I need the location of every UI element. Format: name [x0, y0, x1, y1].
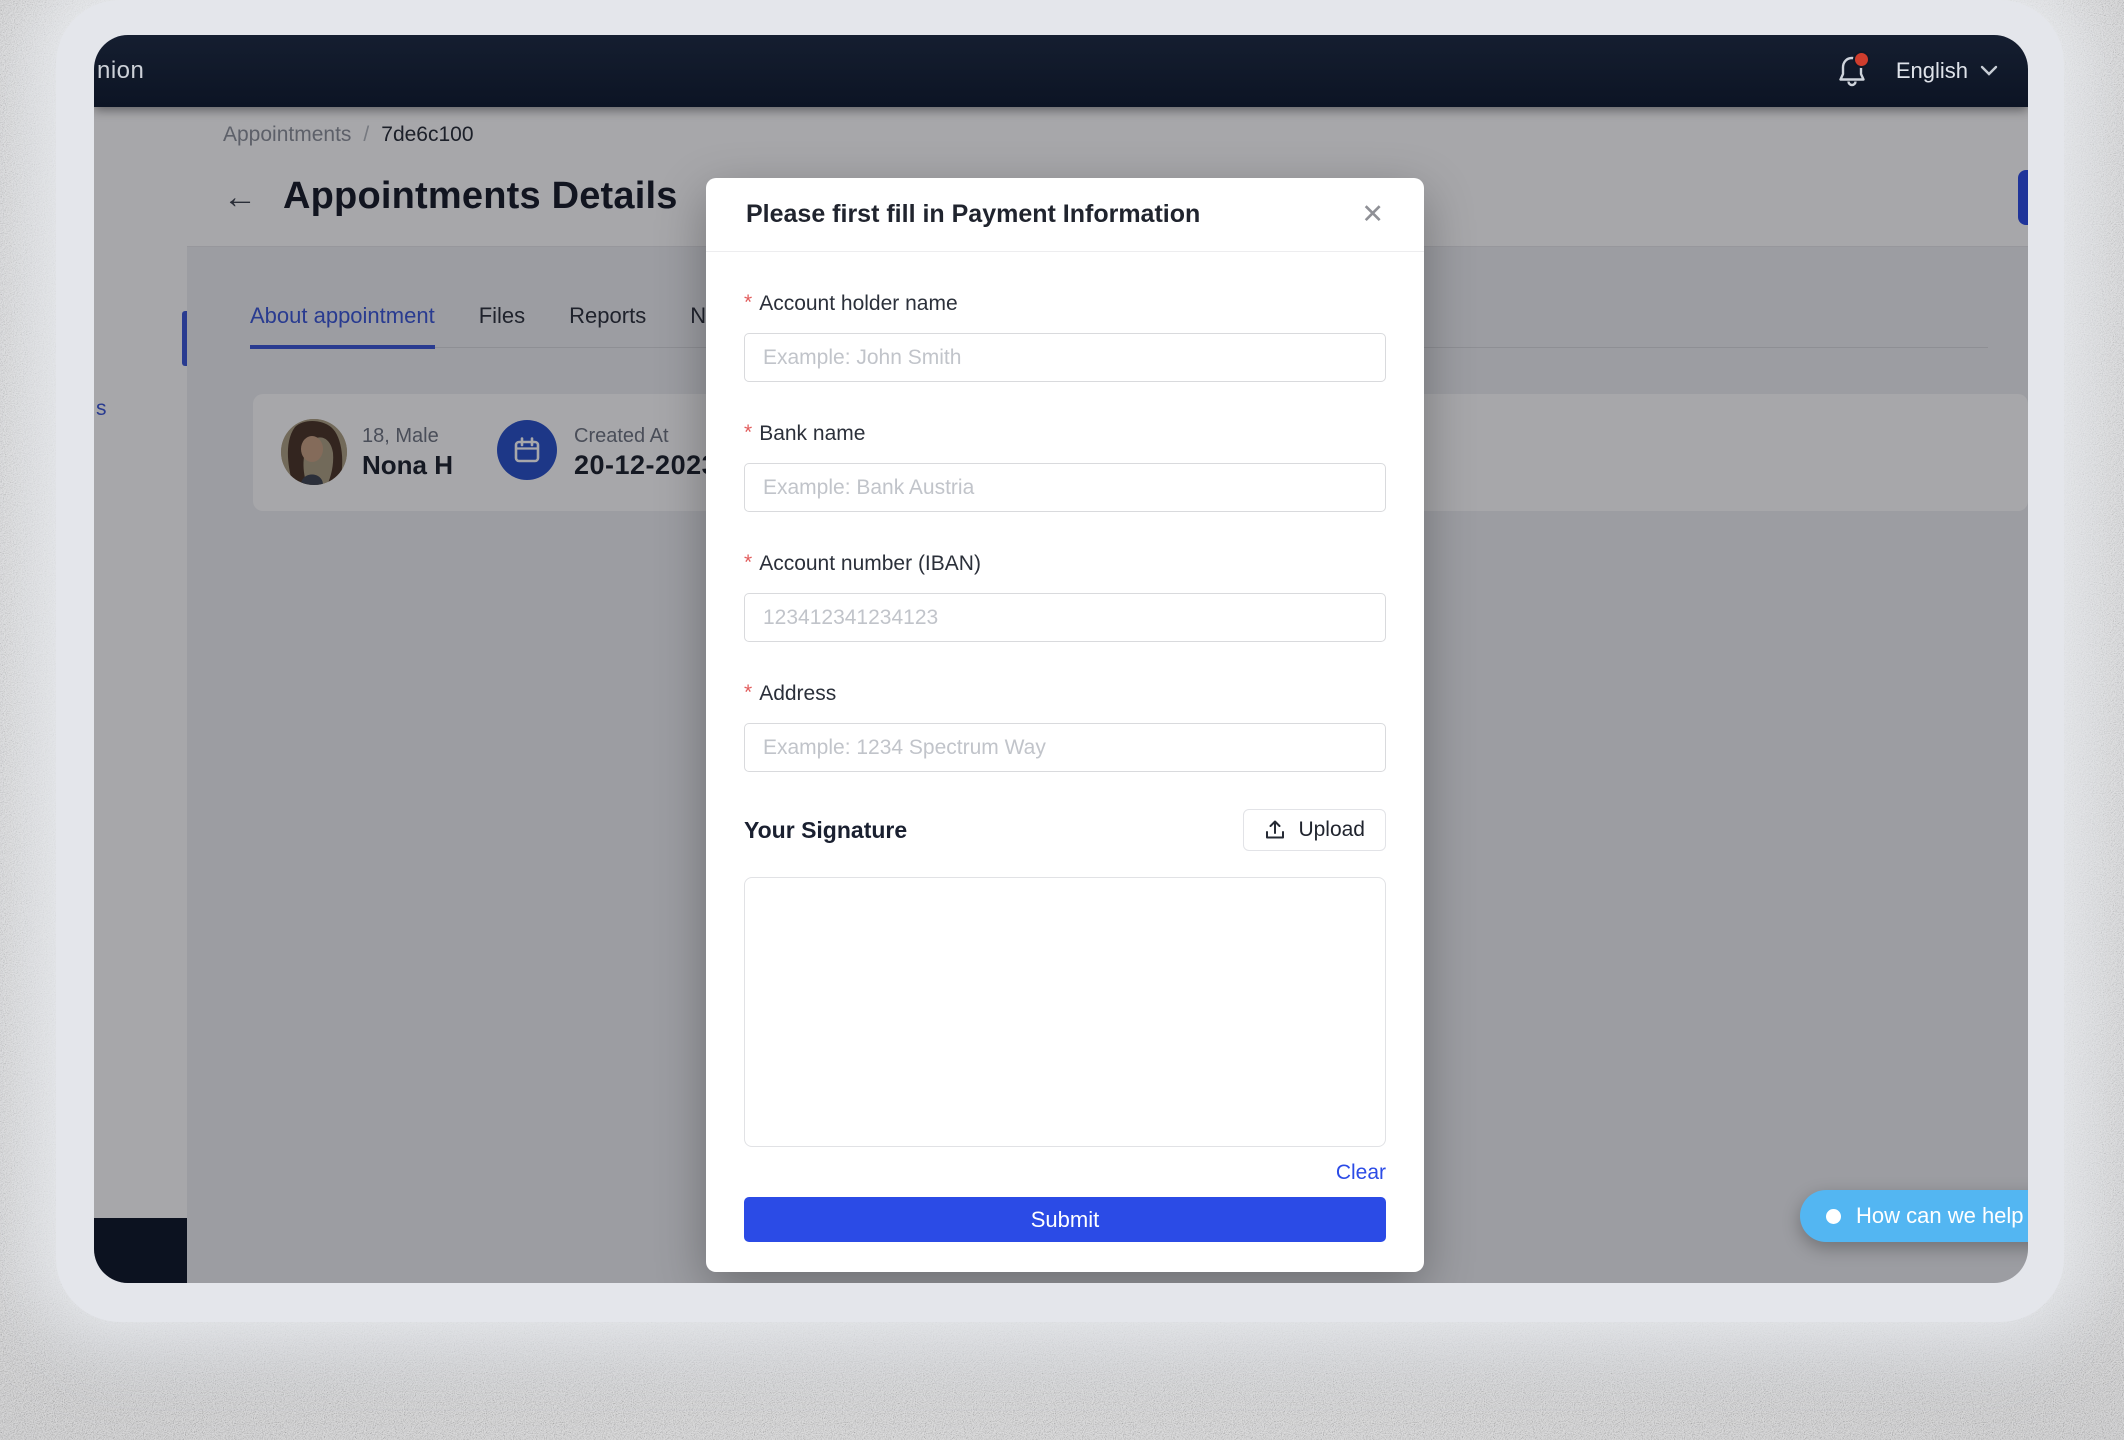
- backdrop: nion English s: [0, 0, 2124, 1440]
- app-logo: nion: [94, 57, 144, 85]
- clear-signature-link[interactable]: Clear: [1336, 1161, 1386, 1184]
- required-asterisk: *: [744, 681, 752, 704]
- iban-input[interactable]: [744, 593, 1386, 642]
- submit-button[interactable]: Submit: [744, 1197, 1386, 1242]
- close-icon[interactable]: ✕: [1361, 201, 1384, 228]
- payment-information-modal: Please first fill in Payment Information…: [706, 178, 1424, 1272]
- upload-icon: [1264, 819, 1286, 841]
- language-label: English: [1896, 58, 1968, 84]
- field-label: *Address: [744, 680, 1386, 707]
- notifications-bell-button[interactable]: [1836, 54, 1868, 88]
- bank-name-input[interactable]: [744, 463, 1386, 512]
- signature-section-label: Your Signature: [744, 817, 907, 844]
- field-account-holder-name: *Account holder name: [744, 290, 1386, 382]
- language-selector[interactable]: English: [1896, 58, 1998, 84]
- field-label: *Account holder name: [744, 290, 1386, 317]
- account-holder-name-input[interactable]: [744, 333, 1386, 382]
- required-asterisk: *: [744, 551, 752, 574]
- top-navbar: nion English: [94, 35, 2028, 107]
- chevron-down-icon: [1980, 65, 1998, 77]
- field-address: *Address: [744, 680, 1386, 772]
- chat-widget-label: How can we help you?: [1856, 1203, 2028, 1229]
- modal-title: Please first fill in Payment Information: [746, 200, 1200, 229]
- chat-status-dot: [1826, 1209, 1841, 1224]
- notification-badge: [1853, 51, 1870, 68]
- field-label: *Bank name: [744, 420, 1386, 447]
- signature-canvas[interactable]: [744, 877, 1386, 1147]
- address-input[interactable]: [744, 723, 1386, 772]
- field-bank-name: *Bank name: [744, 420, 1386, 512]
- field-label: *Account number (IBAN): [744, 550, 1386, 577]
- field-account-number-iban: *Account number (IBAN): [744, 550, 1386, 642]
- required-asterisk: *: [744, 421, 752, 444]
- required-asterisk: *: [744, 291, 752, 314]
- app-window: nion English s: [94, 35, 2028, 1283]
- chat-widget-button[interactable]: How can we help you?: [1800, 1190, 2028, 1242]
- upload-label: Upload: [1298, 818, 1365, 842]
- upload-signature-button[interactable]: Upload: [1243, 809, 1386, 851]
